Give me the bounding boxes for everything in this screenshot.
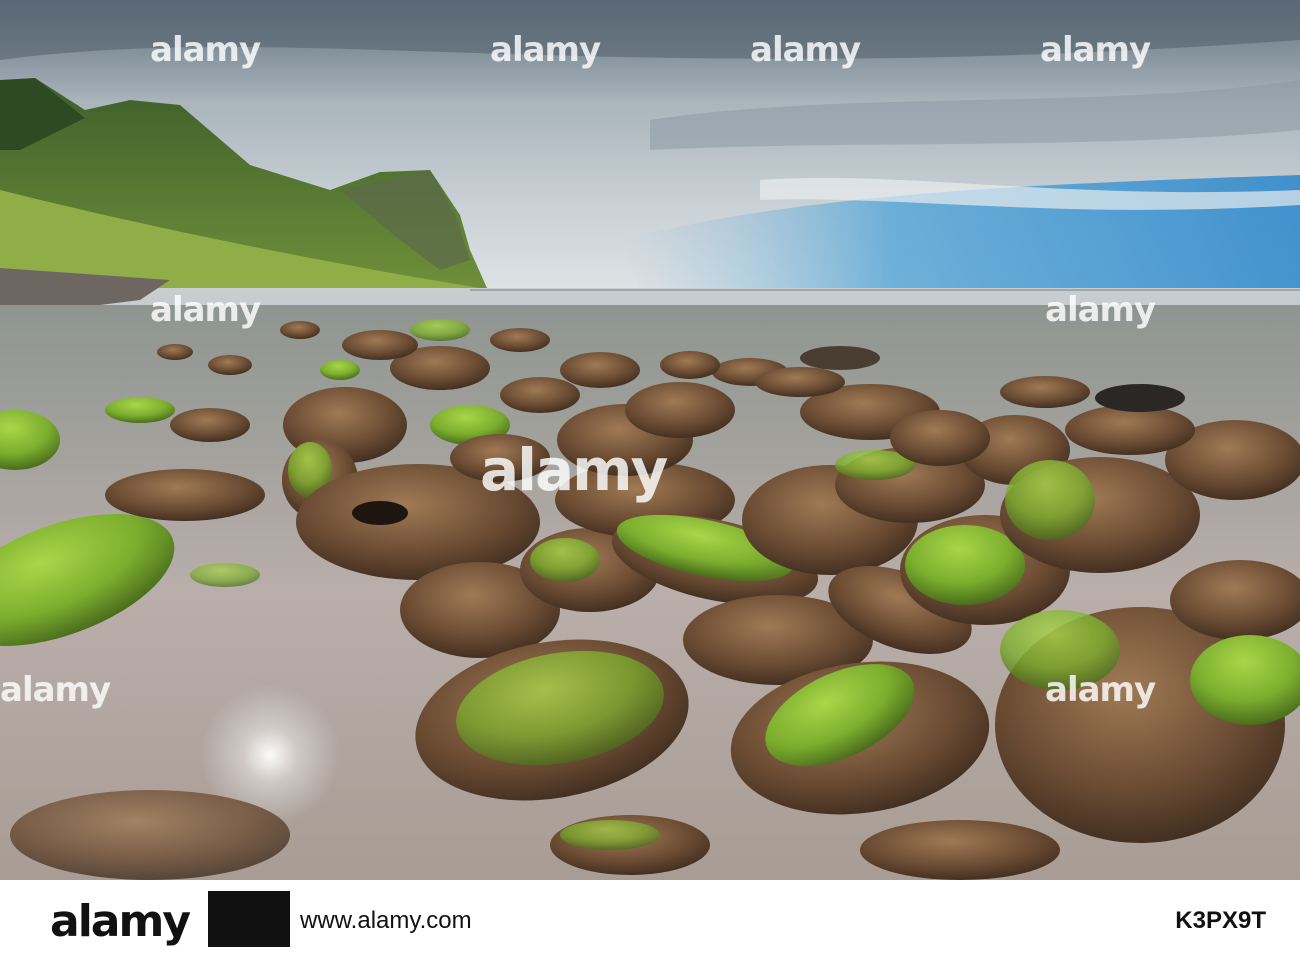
alamy-logo: alamy [50, 896, 191, 947]
site-url[interactable]: www.alamy.com [300, 907, 472, 935]
footer-bar: alamy www.alamy.com K3PX9T [0, 880, 1300, 956]
logo-panel [208, 891, 290, 947]
image-id: K3PX9T [1175, 907, 1266, 934]
landscape-photo: alamy alamy alamy alamy alamy alamy alam… [0, 0, 1300, 880]
